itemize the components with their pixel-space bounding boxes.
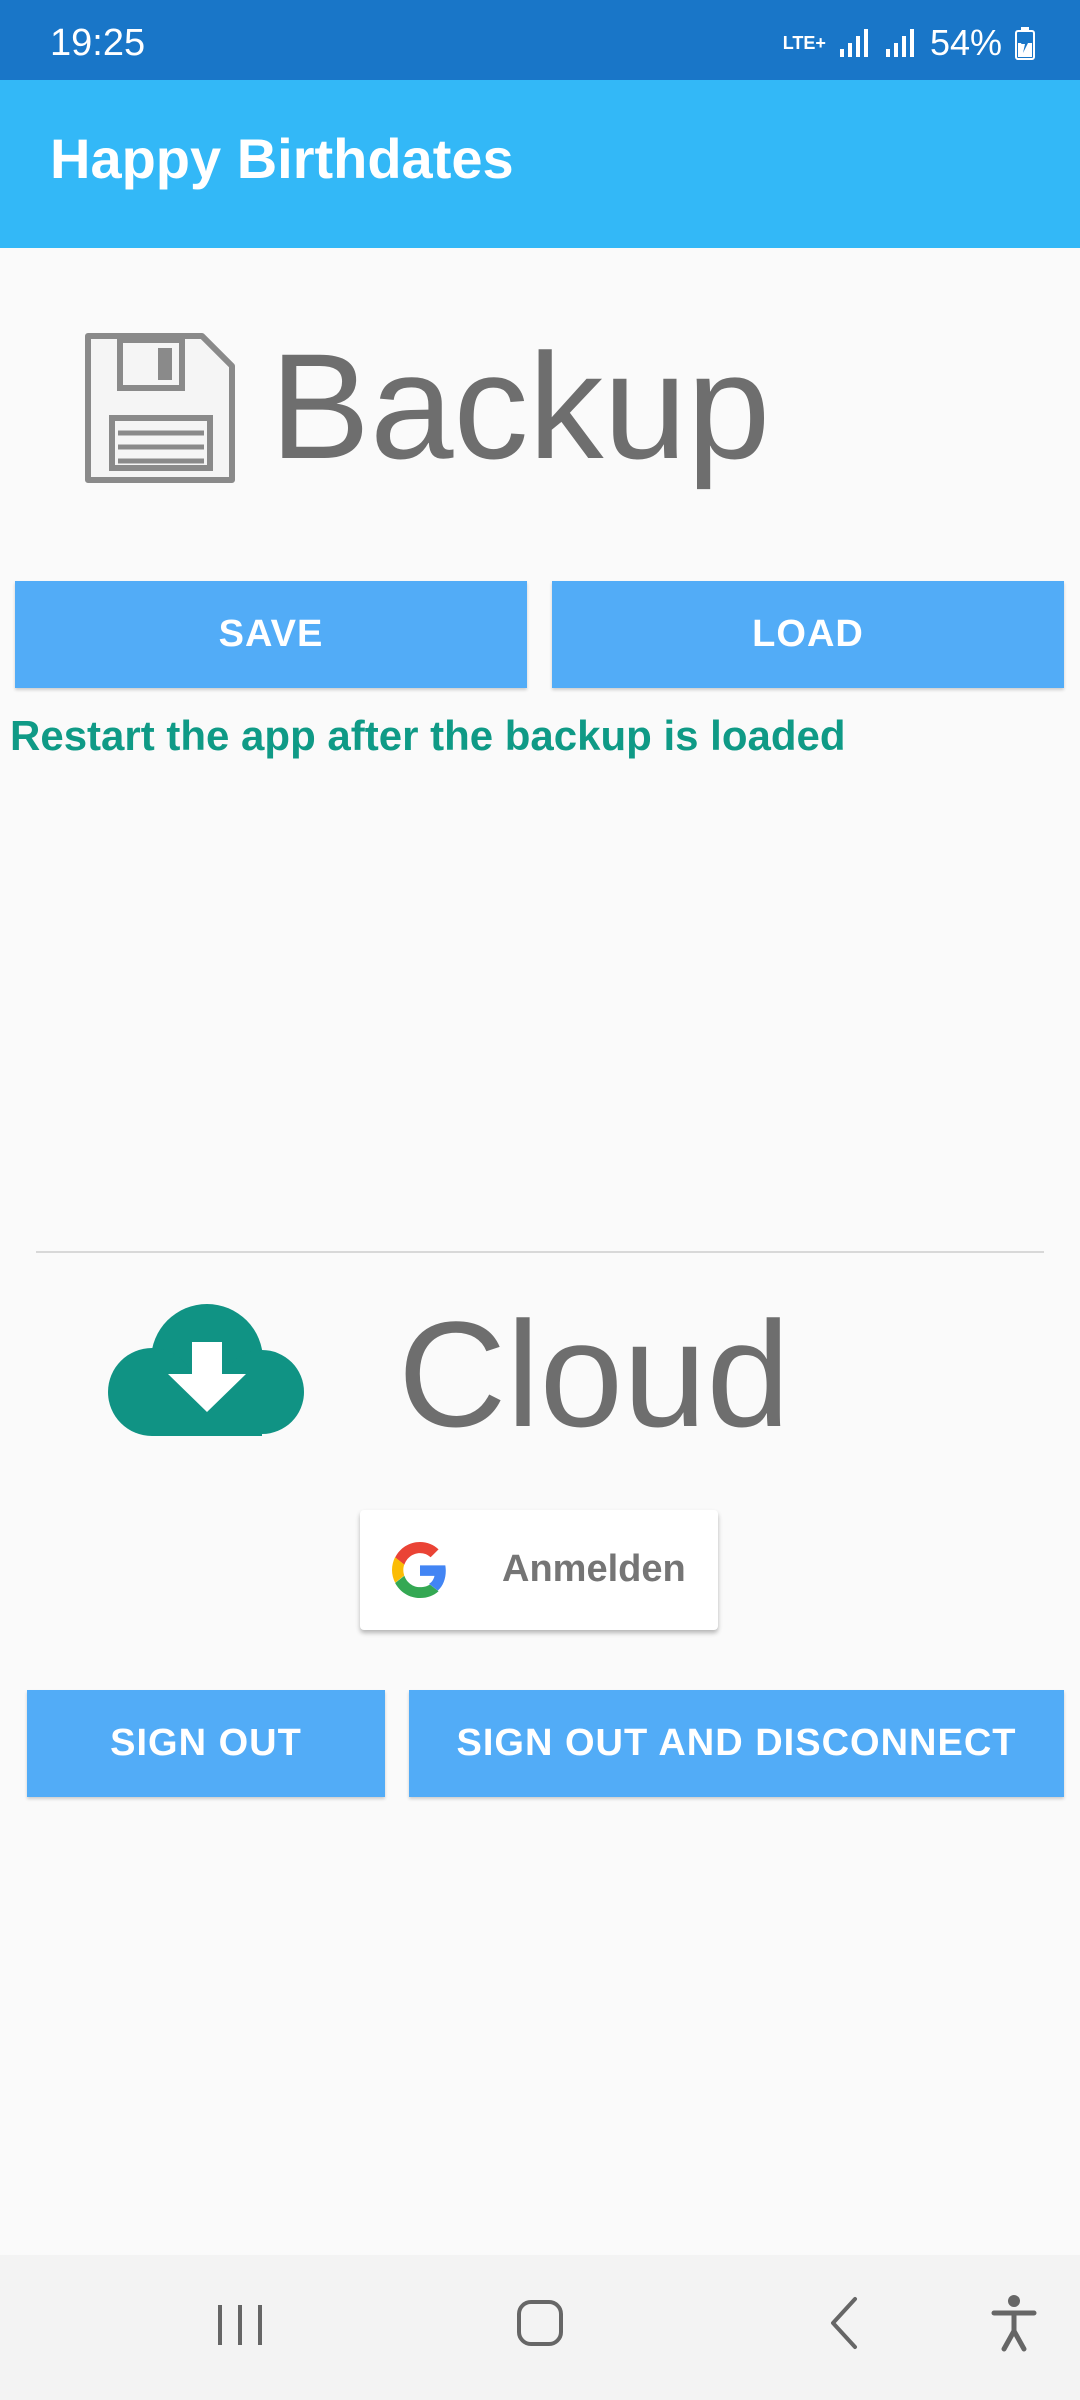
app-bar: Happy Birthdates [0, 80, 1080, 248]
status-time: 19:25 [50, 22, 146, 64]
battery-charging-icon [1015, 27, 1035, 60]
floppy-disk-icon [85, 333, 235, 483]
system-nav-bar [0, 2255, 1080, 2400]
backup-hint: Restart the app after the backup is load… [10, 712, 846, 759]
status-icons: LTE+ 54% [783, 22, 1036, 64]
status-bar: 19:25 LTE+ 54% [0, 0, 1080, 80]
cloud-download-icon [108, 1304, 304, 1436]
network-type-label: LTE+ [782, 32, 826, 53]
accessibility-icon[interactable] [984, 2283, 1044, 2363]
google-g-icon [392, 1542, 446, 1598]
signal-icon-2 [885, 29, 914, 57]
app-title: Happy Birthdates [50, 127, 514, 190]
google-signin-button[interactable]: Anmelden [360, 1510, 718, 1630]
sign-out-button[interactable]: SIGN OUT [27, 1690, 385, 1797]
recent-apps-icon[interactable] [210, 2283, 270, 2363]
sign-out-disconnect-button[interactable]: SIGN OUT AND DISCONNECT [409, 1690, 1064, 1797]
signal-icon [839, 29, 868, 57]
load-button[interactable]: LOAD [552, 581, 1064, 688]
google-signin-label: Anmelden [502, 1548, 686, 1590]
backup-title: Backup [270, 322, 771, 490]
section-divider [36, 1251, 1044, 1253]
cloud-title: Cloud [398, 1290, 790, 1458]
back-icon[interactable] [815, 2283, 875, 2363]
save-button[interactable]: SAVE [15, 581, 527, 688]
home-icon[interactable] [510, 2283, 570, 2363]
battery-percent: 54% [929, 22, 1002, 63]
